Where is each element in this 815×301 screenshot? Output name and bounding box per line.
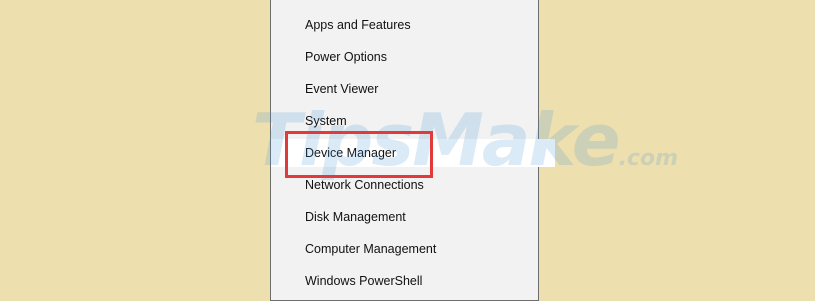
menu-item-system[interactable]: System: [271, 107, 538, 135]
menu-item-device-manager[interactable]: Device Manager: [271, 139, 555, 167]
menu-item-computer-management[interactable]: Computer Management: [271, 235, 538, 263]
winx-context-menu: Apps and Features Power Options Event Vi…: [270, 0, 555, 301]
menu-item-apps-and-features[interactable]: Apps and Features: [271, 11, 538, 39]
menu-item-windows-powershell[interactable]: Windows PowerShell: [271, 267, 538, 295]
watermark-suffix: .com: [618, 146, 679, 171]
menu-item-event-viewer[interactable]: Event Viewer: [271, 75, 538, 103]
menu-item-power-options[interactable]: Power Options: [271, 43, 538, 71]
menu-item-network-connections[interactable]: Network Connections: [271, 171, 538, 199]
menu-item-disk-management[interactable]: Disk Management: [271, 203, 538, 231]
